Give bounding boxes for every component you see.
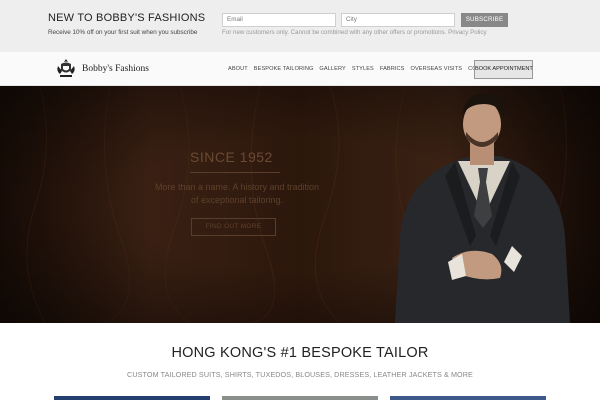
promo-disclaimer: For new customers only. Cannot be combin… (222, 29, 487, 36)
subscribe-button[interactable]: SUBSCRIBE (461, 13, 508, 27)
nav-item-overseas-visits[interactable]: OVERSEAS VISITS (411, 66, 463, 72)
nav-item-about[interactable]: ABOUT (228, 66, 248, 72)
newsletter-promo-bar: NEW TO BOBBY'S FASHIONS Receive 10% off … (0, 0, 600, 52)
nav-links: ABOUT BESPOKE TAILORING GALLERY STYLES F… (228, 66, 501, 72)
find-out-more-button[interactable]: FIND OUT MORE (191, 218, 276, 236)
hero-divider (190, 172, 280, 173)
brand-name[interactable]: Bobby's Fashions (82, 64, 149, 74)
hero-heading: SINCE 1952 (190, 149, 273, 165)
city-input[interactable]: City (341, 13, 455, 27)
hero-tagline-line-2: of exceptional tailoring. (190, 195, 284, 205)
promo-subtitle: Receive 10% off on your first suit when … (48, 29, 198, 36)
gallery-thumbnail[interactable] (222, 396, 378, 400)
gallery-thumbnail[interactable] (54, 396, 210, 400)
hero-banner: SINCE 1952 More than a name. A history a… (0, 86, 600, 323)
nav-item-fabrics[interactable]: FABRICS (380, 66, 405, 72)
email-input[interactable]: Email (222, 13, 336, 27)
crest-logo-icon[interactable] (55, 57, 77, 79)
gallery-thumbnail[interactable] (390, 396, 546, 400)
nav-item-gallery[interactable]: GALLERY (319, 66, 345, 72)
section-title: HONG KONG'S #1 BESPOKE TAILOR (171, 345, 429, 361)
section-subtitle: CUSTOM TAILORED SUITS, SHIRTS, TUXEDOS, … (127, 370, 473, 379)
book-appointment-button[interactable]: BOOK APPOINTMENT (474, 60, 533, 79)
nav-item-styles[interactable]: STYLES (352, 66, 374, 72)
main-navigation: Bobby's Fashions ABOUT BESPOKE TAILORING… (0, 52, 600, 86)
promo-title: NEW TO BOBBY'S FASHIONS (48, 12, 206, 24)
hero-tagline-line-1: More than a name. A history and traditio… (154, 182, 320, 192)
nav-item-bespoke-tailoring[interactable]: BESPOKE TAILORING (254, 66, 314, 72)
